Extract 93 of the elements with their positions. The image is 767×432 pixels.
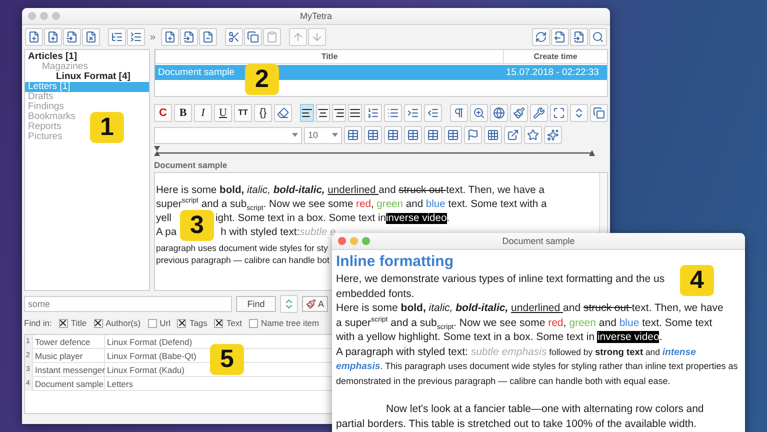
document-line: Now let's look at a fancier table—one with alternating row colors and xyxy=(385,402,704,416)
checkbox-label: Url xyxy=(160,318,170,328)
indent-icon[interactable] xyxy=(404,104,422,122)
tree-item[interactable]: Linux Format [4] xyxy=(53,72,134,82)
callout-badge: 4 xyxy=(680,265,714,296)
caret-icon xyxy=(332,133,338,137)
editor-line: super$^{script}$ and a sub$_{script}$. Now we see some red, green and blue text. Some text with a xyxy=(156,198,547,212)
copy-icon[interactable] xyxy=(244,28,262,46)
document-line: Here, we demonstrate various types of inline text formatting and the us xyxy=(336,272,665,286)
checkbox-label: Title xyxy=(70,318,87,328)
checkbox-label: Text xyxy=(226,318,242,328)
flag-icon[interactable] xyxy=(464,126,482,144)
table-cell-text: Document sample xyxy=(157,66,236,80)
search-icon[interactable] xyxy=(589,28,607,46)
callout-badge: 2 xyxy=(245,64,279,95)
align-left-icon[interactable] xyxy=(300,104,314,122)
ruler-drawing[interactable] xyxy=(154,146,596,156)
window-title: Document sample xyxy=(501,236,576,246)
delete-branch-icon[interactable] xyxy=(82,28,100,46)
checkbox[interactable] xyxy=(214,318,224,328)
column-header[interactable]: Create time xyxy=(503,50,607,63)
editor-line: Here is some bold, italic, bold-italic, underlined and struck out text. Then, we have a xyxy=(156,184,544,197)
table-cell: Document sample xyxy=(33,377,105,391)
brush-icon xyxy=(306,299,316,309)
format-button[interactable]: B xyxy=(174,104,192,122)
cut-icon[interactable] xyxy=(224,28,243,46)
document-line: A paragraph with styled text: subtle emphasis followed by strong text and intense xyxy=(336,344,696,359)
table-cell: Music player xyxy=(33,349,105,363)
bullet-list-icon[interactable] xyxy=(384,104,402,122)
close-icon[interactable] xyxy=(338,237,346,245)
align-center-icon[interactable] xyxy=(316,104,330,122)
collapse-tree-icon[interactable] xyxy=(127,28,145,46)
document-line: with a yellow highlight. Some text in a box. Some text in inverse video. xyxy=(336,330,662,344)
document-heading: Inline formatting xyxy=(336,252,454,272)
zoom-icon[interactable] xyxy=(470,104,488,122)
import-icon[interactable] xyxy=(570,28,588,46)
add-record-icon[interactable] xyxy=(160,28,179,46)
format-button[interactable]: TT xyxy=(234,104,252,122)
editor-title: Document sample xyxy=(154,159,228,172)
add-branch-icon[interactable] xyxy=(25,28,43,46)
search-option-button[interactable]: A xyxy=(302,296,328,312)
document-line: demonstrated in the previous paragraph — calibre can handle both with equal ease. xyxy=(336,374,670,388)
delete-record-icon[interactable] xyxy=(198,28,217,46)
callout-badge: 1 xyxy=(90,112,124,143)
find-in-label: Find in: xyxy=(24,318,52,328)
brush-icon[interactable] xyxy=(510,104,528,122)
document-line: emphasis. This paragraph uses document wide styles for styling rather than inline text properties as xyxy=(336,360,738,374)
table-cell: Tower defence xyxy=(33,335,105,349)
caret-icon xyxy=(292,133,298,137)
expand-icon[interactable] xyxy=(550,104,568,122)
table-icon[interactable] xyxy=(344,126,362,144)
editor-line: paragraph uses document wide styles for sty xyxy=(156,242,328,254)
checkbox-label: Author(s) xyxy=(106,318,141,328)
toolbar-overflow[interactable]: » xyxy=(146,32,160,42)
checkbox-label: Name tree item xyxy=(261,318,320,328)
up-down-icon[interactable] xyxy=(570,104,588,122)
globe-icon[interactable] xyxy=(490,104,508,122)
checkbox-label: Tags xyxy=(189,318,208,328)
window-title: MyTetra xyxy=(298,11,333,21)
format-button[interactable]: I xyxy=(194,104,212,122)
align-right-icon[interactable] xyxy=(332,104,346,122)
editor-line: previous paragraph — calibre can handle bot xyxy=(156,254,330,266)
table-cell: Instant messenger xyxy=(33,363,105,377)
sync-icon[interactable] xyxy=(532,28,550,46)
pilcrow-icon[interactable] xyxy=(450,104,468,122)
checkbox[interactable] xyxy=(94,318,103,328)
checkbox[interactable] xyxy=(249,318,258,328)
find-button[interactable]: Find xyxy=(236,296,276,312)
external-link-icon[interactable] xyxy=(504,126,522,144)
outdent-icon[interactable] xyxy=(424,104,442,122)
align-justify-icon[interactable] xyxy=(348,104,362,122)
format-button[interactable]: {} xyxy=(254,104,272,122)
expand-tree-icon[interactable] xyxy=(108,28,126,46)
numbered-list-icon[interactable] xyxy=(364,104,382,122)
tree-item[interactable]: Articles [1] xyxy=(25,52,80,62)
checkbox[interactable] xyxy=(177,318,186,328)
export-icon[interactable] xyxy=(551,28,569,46)
document-line: Here is some bold, italic, bold-italic, underlined and struck out text. Then, we have xyxy=(336,301,724,316)
document-line: partial borders. This table is stretched out to take 100% of the available width. xyxy=(336,416,697,431)
column-header[interactable]: Title xyxy=(155,50,503,63)
font-size-select[interactable]: 10 xyxy=(304,126,342,144)
checkbox[interactable] xyxy=(148,318,157,328)
checkbox[interactable] xyxy=(58,318,68,328)
document-line: embedded fonts. xyxy=(336,286,414,301)
format-button[interactable]: C xyxy=(154,104,172,122)
wrench-icon[interactable] xyxy=(530,104,548,122)
eraser-icon[interactable] xyxy=(274,104,292,122)
document-line: a super$^{script}$ and a sub$_{script}$. Now we see some red, green and blue text. Some text xyxy=(336,316,712,330)
format-button[interactable]: U xyxy=(214,104,232,122)
grid-icon[interactable] xyxy=(484,126,502,144)
table-cell-text: 15.07.2018 - 02:22:33 xyxy=(505,66,600,80)
search-field[interactable]: some xyxy=(24,296,232,312)
sparkle-icon[interactable] xyxy=(544,126,562,144)
